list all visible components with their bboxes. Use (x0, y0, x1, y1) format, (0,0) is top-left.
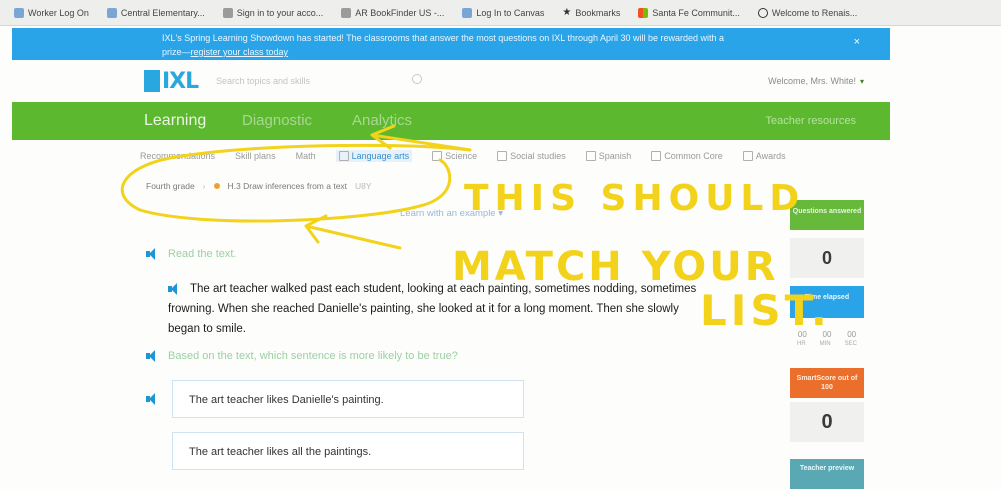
time-sec-unit: SEC (844, 341, 857, 347)
skill-dot-icon (213, 183, 220, 189)
canvas-icon (462, 7, 473, 18)
bookmark-central-elementary[interactable]: Central Elementary... (106, 7, 205, 18)
subject-common-core[interactable]: Common Core (651, 151, 723, 161)
bookmark-canvas[interactable]: Log In to Canvas (462, 7, 544, 18)
time-elapsed-label: Time elapsed (790, 286, 864, 318)
annotation-arrow-bottom (304, 214, 402, 250)
page-icon (341, 7, 352, 18)
announcement-text: IXL's Spring Learning Showdown has start… (162, 33, 725, 43)
subject-recommendations[interactable]: Recommendations (140, 151, 215, 161)
announcement-text-2: prize— (162, 47, 191, 57)
breadcrumb-skill: H.3 Draw inferences from a text (227, 181, 348, 191)
browser-page: Worker Log On Central Elementary... Sign… (0, 0, 1001, 489)
breadcrumb: Fourth grade › H.3 Draw inferences from … (146, 181, 372, 191)
speaker-icon[interactable] (146, 393, 160, 405)
award-icon (742, 151, 753, 161)
questions-answered-label: Questions answered (790, 200, 864, 230)
annotation-text-line1: THIS SHOULD (464, 178, 805, 219)
bookmark-renaissance[interactable]: Welcome to Renais... (757, 7, 857, 18)
subject-social-studies[interactable]: Social studies (497, 151, 566, 161)
breadcrumb-separator-icon: › (202, 181, 206, 191)
learn-with-example-link[interactable]: Learn with an example ▾ (400, 208, 503, 219)
chat-icon (585, 151, 596, 161)
bookmark-ar-bookfinder[interactable]: AR BookFinder US -... (341, 7, 444, 18)
subject-spanish[interactable]: Spanish (585, 151, 631, 161)
page-icon (222, 7, 233, 18)
grid-icon (651, 151, 662, 161)
bookmark-sign-in[interactable]: Sign in to your acco... (222, 7, 323, 18)
subject-math[interactable]: Math (296, 151, 316, 161)
bookmark-worker-log-on[interactable]: Worker Log On (14, 7, 89, 18)
flask-icon (432, 151, 443, 161)
chevron-down-icon: ▾ (859, 77, 864, 86)
subject-science[interactable]: Science (432, 151, 477, 161)
subject-skill-plans[interactable]: Skill plans (235, 151, 276, 161)
search-icon[interactable] (412, 74, 422, 84)
pin-icon (497, 151, 508, 161)
time-seconds: 00 (847, 330, 857, 339)
register-class-link[interactable]: register your class today (191, 47, 289, 57)
bookmarks-bar: Worker Log On Central Elementary... Sign… (0, 0, 1001, 26)
diamond-icon (106, 7, 117, 18)
main-nav: Learning Diagnostic Analytics Teacher re… (12, 102, 890, 140)
tab-analytics[interactable]: Analytics (352, 112, 412, 129)
instruction: Read the text. (146, 248, 237, 260)
subject-awards[interactable]: Awards (742, 151, 786, 161)
answer-option-2[interactable]: The art teacher likes all the paintings. (172, 432, 524, 470)
close-icon[interactable]: × (854, 35, 860, 49)
subject-nav: Recommendations Skill plans Math Languag… (140, 148, 880, 164)
book-icon (338, 151, 349, 161)
logo-block-icon (144, 70, 160, 92)
announcement-banner: IXL's Spring Learning Showdown has start… (12, 28, 890, 60)
skill-code: U8Y (355, 181, 372, 191)
bookmark-santa-fe[interactable]: Santa Fe Communit... (638, 7, 740, 18)
speaker-icon[interactable] (146, 248, 160, 260)
teacher-preview-label[interactable]: Teacher preview (790, 459, 864, 489)
tab-learning[interactable]: Learning (144, 112, 206, 130)
speaker-icon[interactable] (168, 282, 182, 295)
passage: The art teacher walked past each student… (168, 282, 697, 335)
breadcrumb-grade[interactable]: Fourth grade (146, 181, 195, 191)
teacher-resources-link[interactable]: Teacher resources (766, 115, 857, 127)
speaker-icon[interactable] (146, 350, 160, 362)
smartscore-value: 0 (790, 402, 864, 442)
diamond-icon (14, 7, 24, 18)
time-elapsed-display: 00 00 00 HR MIN SEC (790, 324, 864, 360)
questions-answered-value: 0 (790, 238, 864, 278)
grid-icon (638, 7, 649, 18)
bookmark-bookmarks[interactable]: ★ Bookmarks (562, 6, 620, 18)
subject-language-arts[interactable]: Language arts (335, 150, 413, 162)
question-prompt: Based on the text, which sentence is mor… (146, 350, 458, 362)
account-menu[interactable]: Welcome, Mrs. White! ▾ (768, 76, 864, 86)
smartscore-label[interactable]: SmartScore out of 100 (790, 368, 864, 398)
time-hr-unit: HR (796, 341, 806, 347)
answer-option-1[interactable]: The art teacher likes Danielle's paintin… (172, 380, 524, 418)
time-minutes: 00 (822, 330, 832, 339)
tab-diagnostic[interactable]: Diagnostic (242, 112, 312, 129)
time-min-unit: MIN (819, 341, 831, 347)
time-hours: 00 (797, 330, 807, 339)
search-input[interactable]: Search topics and skills (210, 72, 430, 90)
globe-icon (757, 7, 768, 18)
site-header: IXL Search topics and skills Welcome, Mr… (12, 60, 890, 102)
ixl-logo[interactable]: IXL (144, 69, 199, 94)
star-icon: ★ (562, 6, 572, 18)
